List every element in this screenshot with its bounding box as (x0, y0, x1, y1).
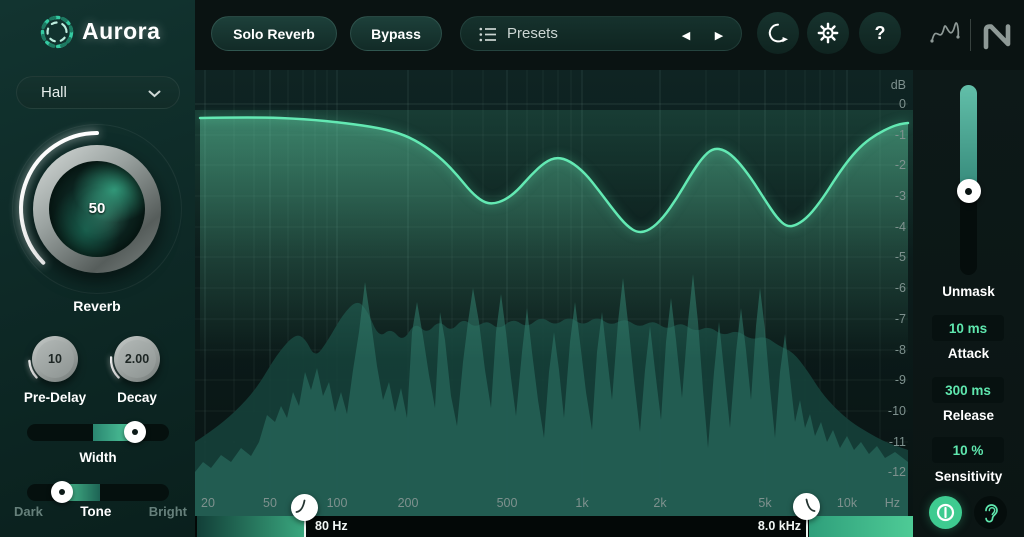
freq-tick-label: 1k (575, 496, 589, 510)
db-tick-label: -1 (895, 128, 906, 142)
aurora-plugin-window: Aurora Hall 50 Reverb 10 Pre-Delay 2.00 … (0, 0, 1024, 537)
history-button[interactable] (757, 12, 799, 54)
db-tick-label: -12 (888, 465, 906, 479)
db-tick-label: -9 (895, 373, 906, 387)
presets-bar[interactable]: Presets ◀ ▶ (460, 16, 742, 51)
app-title: Aurora (82, 18, 161, 44)
high-cut-range-bar (809, 516, 913, 537)
unmask-slider[interactable] (956, 85, 981, 275)
reverb-knob-value: 50 (88, 200, 106, 217)
sensitivity-value[interactable]: 10 % (932, 437, 1004, 463)
decay-label: Decay (117, 390, 157, 405)
ni-logo (983, 24, 1011, 50)
algorithm-value: Hall (41, 84, 67, 101)
predelay-knob[interactable]: 10 (28, 332, 82, 386)
release-value[interactable]: 300 ms (932, 377, 1004, 403)
highpass-curve-icon (295, 499, 306, 513)
decay-knob-value: 2.00 (124, 352, 150, 366)
brand-divider (970, 19, 971, 51)
help-button[interactable]: ? (859, 12, 901, 54)
low-cut-range-bar (197, 516, 305, 537)
db-tick-label: -3 (895, 189, 906, 203)
high-cut-handle[interactable] (793, 493, 820, 520)
power-icon (936, 503, 955, 522)
db-tick-label: -10 (888, 404, 906, 418)
db-tick-label: -8 (895, 343, 906, 357)
reverb-label: Reverb (73, 298, 121, 314)
db-tick-label: 0 (899, 97, 906, 111)
preset-next-button[interactable]: ▶ (707, 23, 731, 47)
db-tick-label: -4 (895, 220, 906, 234)
lowpass-curve-icon (805, 498, 816, 512)
help-question-label: ? (874, 22, 886, 43)
freq-tick-label: 500 (497, 496, 518, 510)
top-bar: Solo Reverb Bypass Presets ◀ ▶ ? (195, 0, 1024, 70)
algorithm-select[interactable]: Hall (16, 76, 180, 109)
freq-tick-label: 100 (327, 496, 348, 510)
chevron-down-icon (148, 90, 161, 98)
db-axis-label: dB (891, 78, 906, 92)
freq-tick-label: 200 (398, 496, 419, 510)
gear-icon (817, 22, 839, 44)
reverb-knob[interactable]: 50 (12, 124, 182, 294)
attack-label: Attack (947, 346, 990, 361)
sensitivity-label: Sensitivity (934, 469, 1003, 484)
history-undo-icon (768, 23, 788, 43)
ear-icon (984, 503, 998, 522)
settings-button[interactable] (807, 12, 849, 54)
preset-prev-button[interactable]: ◀ (674, 23, 698, 47)
freq-tick-label: 10k (837, 496, 858, 510)
tone-bright-label: Bright (148, 504, 187, 519)
db-tick-label: -6 (895, 281, 906, 295)
bypass-button[interactable]: Bypass (350, 16, 442, 51)
hz-axis-label: Hz (885, 496, 900, 510)
decay-knob[interactable]: 2.00 (110, 332, 164, 386)
izotope-scribble-logo (930, 22, 960, 43)
spectrum-display[interactable]: dB 0 -1 -2 -3 -4 -5 -6 -7 -8 -9 -10 -11 -12 20 50 100 200… (195, 70, 913, 516)
tone-label: Tone (80, 504, 112, 519)
db-tick-label: -2 (895, 158, 906, 172)
tone-slider[interactable] (27, 481, 169, 503)
aurora-logo-icon (40, 15, 74, 49)
tone-labels-row: Dark Tone Bright (14, 504, 187, 519)
db-tick-label: -5 (895, 250, 906, 264)
unmask-power-button[interactable] (929, 496, 962, 529)
presets-label: Presets (507, 25, 558, 42)
width-label: Width (79, 450, 117, 465)
tone-dark-label: Dark (14, 504, 43, 519)
right-panel: Unmask 10 ms Attack 300 ms Release 10 % … (913, 70, 1024, 537)
unmask-slider-handle[interactable] (956, 179, 981, 203)
freq-tick-label: 2k (653, 496, 667, 510)
tone-slider-handle[interactable] (51, 481, 73, 503)
attack-value[interactable]: 10 ms (932, 315, 1004, 341)
unmask-slider-fill (960, 85, 977, 191)
solo-reverb-button[interactable]: Solo Reverb (211, 16, 337, 51)
left-panel: Aurora Hall 50 Reverb 10 Pre-Delay 2.00 … (0, 0, 195, 537)
width-slider-handle[interactable] (124, 421, 146, 443)
db-tick-label: -7 (895, 312, 906, 326)
low-cut-value: 80 Hz (315, 519, 348, 533)
freq-tick-label: 20 (201, 496, 215, 510)
preset-list-icon (479, 27, 496, 42)
high-cut-value: 8.0 kHz (757, 519, 801, 533)
release-label: Release (942, 408, 995, 423)
predelay-knob-value: 10 (48, 352, 62, 366)
listen-button[interactable] (974, 496, 1007, 529)
freq-tick-label: 50 (263, 496, 277, 510)
width-slider[interactable] (27, 421, 169, 443)
freq-tick-label: 5k (758, 496, 772, 510)
unmask-label: Unmask (942, 284, 995, 299)
low-cut-handle[interactable] (291, 494, 318, 521)
db-tick-label: -11 (889, 435, 906, 449)
